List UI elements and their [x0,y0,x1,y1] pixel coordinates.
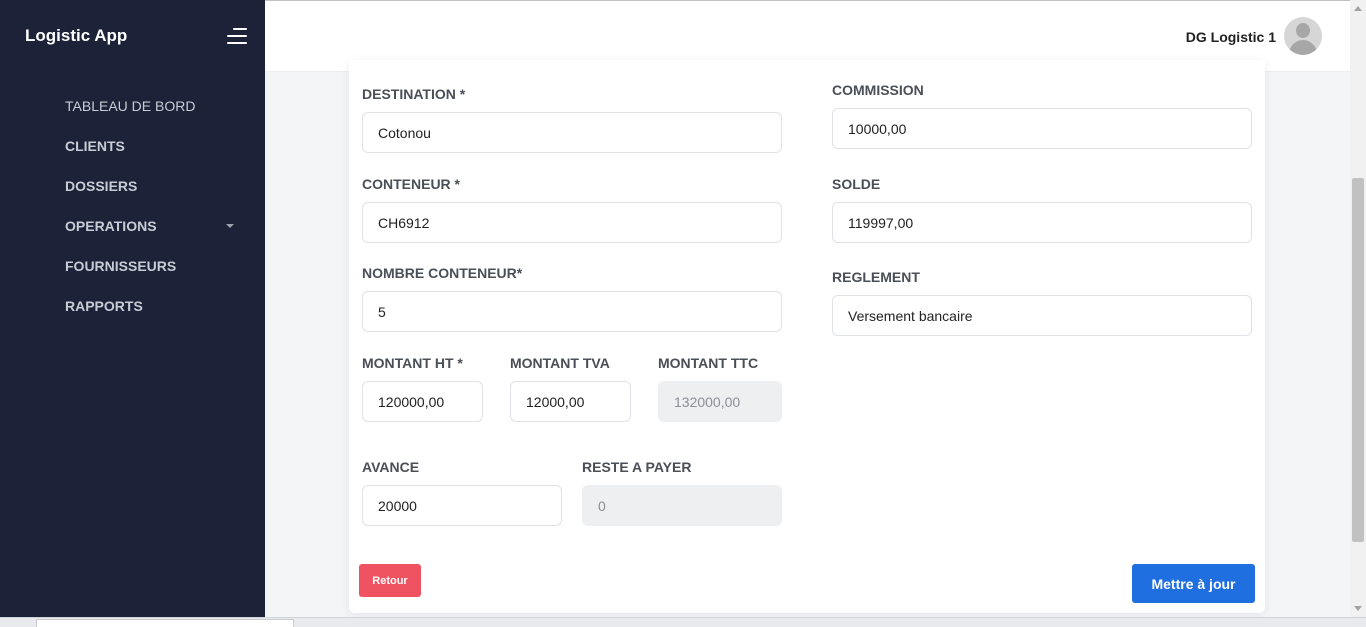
sidebar-item-label: TABLEAU DE BORD [65,98,196,114]
montant-ht-label: MONTANT HT * [362,355,463,371]
avatar[interactable] [1284,17,1322,55]
user-icon [1296,23,1310,38]
sidebar-item-label: FOURNISSEURS [65,258,177,274]
user-name[interactable]: DG Logistic 1 [1186,29,1276,45]
sidebar-item-label: DOSSIERS [65,178,138,194]
destination-label: DESTINATION * [362,86,466,102]
update-button[interactable]: Mettre à jour [1132,564,1255,603]
nombre-conteneur-label: NOMBRE CONTENEUR* [362,265,523,281]
reglement-label: REGLEMENT [832,269,920,285]
sidebar-item-fournisseurs[interactable]: FOURNISSEURS [0,246,265,286]
nombre-conteneur-field[interactable]: 5 [362,291,782,332]
montant-ttc-label: MONTANT TTC [658,355,759,371]
sidebar-item-rapports[interactable]: RAPPORTS [0,286,265,326]
montant-tva-field[interactable]: 12000,00 [510,381,631,422]
chevron-down-icon [226,224,234,228]
montant-tva-label: MONTANT TVA [510,355,610,371]
app-title: Logistic App [25,26,128,45]
sidebar-item-label: CLIENTS [65,138,125,154]
solde-label: SOLDE [832,176,881,192]
conteneur-label: CONTENEUR * [362,176,461,192]
sidebar-item-label: RAPPORTS [65,298,143,314]
reste-a-payer-field: 0 [582,485,782,526]
scroll-thumb[interactable] [1352,178,1364,542]
scrollbar[interactable] [1350,0,1366,617]
montant-ttc-field: 132000,00 [658,381,782,422]
commission-field[interactable]: 10000,00 [832,108,1252,149]
reglement-field[interactable]: Versement bancaire [832,295,1252,336]
solde-field[interactable]: 119997,00 [832,202,1252,243]
montant-ht-field[interactable]: 120000,00 [362,381,483,422]
back-button[interactable]: Retour [359,564,421,597]
os-taskbar [0,617,1366,627]
sidebar-item-clients[interactable]: CLIENTS [0,126,265,166]
sidebar-item-label: OPERATIONS [65,218,157,234]
scroll-down-arrow-icon[interactable] [1354,606,1362,611]
menu-toggle-icon[interactable] [225,27,247,45]
sidebar-item-dossiers[interactable]: DOSSIERS [0,166,265,206]
avance-label: AVANCE [362,459,420,475]
conteneur-field[interactable]: CH6912 [362,202,782,243]
avance-field[interactable]: 20000 [362,485,562,526]
taskbar-search-input[interactable] [36,619,294,627]
sidebar: Logistic App TABLEAU DE BORD CLIENTS DOS… [0,0,265,617]
sidebar-item-operations[interactable]: OPERATIONS [0,206,265,246]
sidebar-nav: TABLEAU DE BORD CLIENTS DOSSIERS OPERATI… [0,86,265,326]
reste-a-payer-label: RESTE A PAYER [582,459,692,475]
commission-label: COMMISSION [832,82,924,98]
destination-field[interactable]: Cotonou [362,112,782,153]
sidebar-item-tableau-de-bord[interactable]: TABLEAU DE BORD [0,86,265,126]
scroll-up-arrow-icon[interactable] [1354,6,1362,11]
